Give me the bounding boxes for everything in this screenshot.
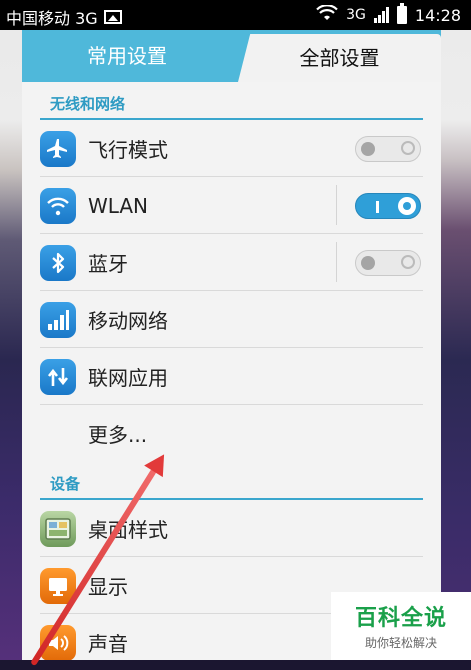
wifi-icon (40, 188, 76, 224)
row-divider (336, 185, 337, 225)
wlan-toggle[interactable] (355, 193, 421, 219)
display-label: 显示 (88, 575, 128, 599)
network-apps-label: 联网应用 (88, 366, 168, 390)
bluetooth-icon (40, 245, 76, 281)
data-arrows-icon (40, 359, 76, 395)
watermark-badge: 百科全说 助你轻松解决 (331, 592, 471, 660)
settings-tabs: 常用设置 全部设置 (22, 30, 441, 82)
clock-text: 14:28 (414, 5, 461, 25)
settings-item-desktop-style[interactable]: 桌面样式 (22, 500, 441, 557)
settings-item-bluetooth[interactable]: 蓝牙 (22, 234, 441, 291)
section-header-wireless: 无线和网络 (22, 82, 441, 120)
background-left (0, 0, 22, 660)
settings-item-more[interactable]: 更多... (22, 405, 441, 462)
carrier-text: 中国移动 3G (6, 9, 98, 28)
settings-item-airplane-mode[interactable]: 飞行模式 (22, 120, 441, 177)
watermark-subtitle: 助你轻松解决 (364, 636, 437, 650)
settings-panel: 常用设置 全部设置 无线和网络 飞行模式 WLAN 蓝牙 移动网络 联网应用 更… (22, 30, 441, 660)
section-header-device: 设备 (22, 462, 441, 500)
section-title-device: 设备 (50, 475, 81, 493)
settings-item-network-apps[interactable]: 联网应用 (22, 348, 441, 405)
section-title-wireless: 无线和网络 (50, 95, 126, 113)
image-notification-icon (103, 10, 122, 24)
battery-icon (396, 3, 407, 24)
settings-item-mobile-network[interactable]: 移动网络 (22, 291, 441, 348)
network-type-text: 3G (346, 7, 366, 23)
background-right (441, 0, 471, 660)
bluetooth-label: 蓝牙 (88, 252, 128, 276)
settings-item-wlan[interactable]: WLAN (22, 177, 441, 234)
airplane-mode-toggle[interactable] (355, 136, 421, 162)
desktop-style-icon (40, 511, 76, 547)
signal-strength-icon (373, 7, 389, 23)
tab-all-settings[interactable]: 全部设置 (238, 34, 441, 82)
status-bar: 中国移动 3G 3G 14:28 (0, 0, 471, 30)
more-label: 更多... (88, 423, 148, 447)
wlan-label: WLAN (88, 193, 149, 218)
signal-icon (40, 302, 76, 338)
airplane-icon (40, 131, 76, 167)
watermark-title: 百科全说 (354, 606, 447, 631)
airplane-mode-label: 飞行模式 (88, 138, 168, 162)
bluetooth-toggle[interactable] (355, 250, 421, 276)
tab-common-settings[interactable]: 常用设置 (22, 30, 232, 82)
sound-label: 声音 (88, 632, 128, 656)
wifi-status-icon (316, 4, 338, 25)
mobile-network-label: 移动网络 (88, 309, 168, 333)
desktop-style-label: 桌面样式 (88, 518, 168, 542)
row-divider (336, 242, 337, 282)
